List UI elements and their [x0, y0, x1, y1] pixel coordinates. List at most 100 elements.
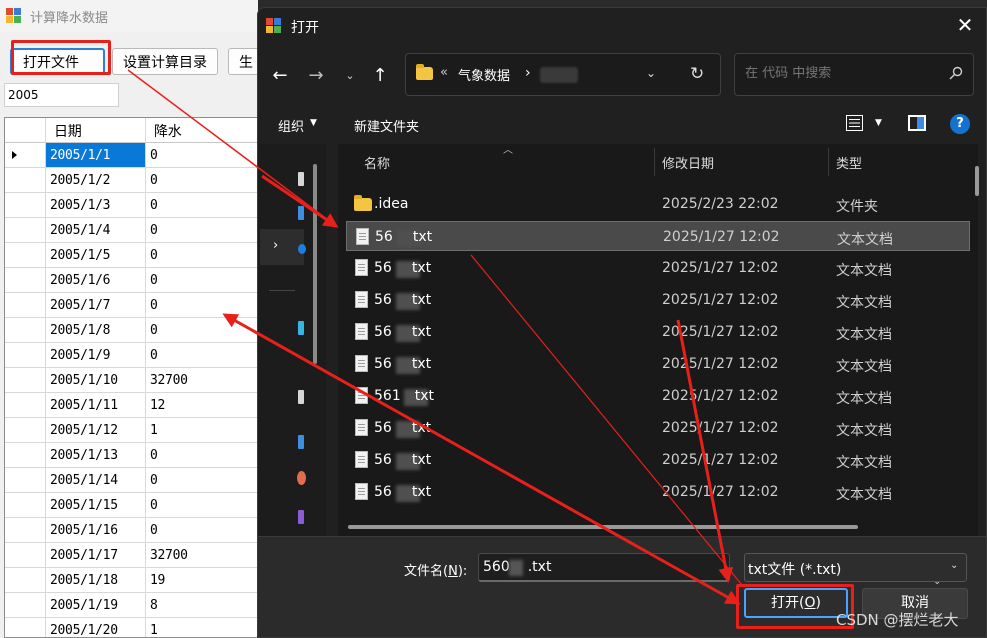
- table-row[interactable]: 2005/1/4 0: [5, 218, 263, 243]
- address-bar[interactable]: « 气象数据 › ⌄ ↻: [405, 53, 721, 96]
- date-cell[interactable]: 2005/1/2: [46, 168, 146, 193]
- column-separator[interactable]: [828, 148, 829, 176]
- table-row[interactable]: 2005/1/14 0: [5, 468, 263, 493]
- date-cell[interactable]: 2005/1/13: [46, 443, 146, 468]
- date-cell[interactable]: 2005/1/19: [46, 593, 146, 618]
- precip-cell[interactable]: 0: [146, 293, 263, 318]
- search-box[interactable]: [734, 53, 974, 96]
- refresh-icon[interactable]: ↻: [690, 64, 704, 84]
- column-header-modified[interactable]: 修改日期: [662, 153, 714, 172]
- nav-item-icon[interactable]: [298, 510, 304, 524]
- precip-cell[interactable]: 0: [146, 268, 263, 293]
- table-row[interactable]: 2005/1/6 0: [5, 268, 263, 293]
- precip-cell[interactable]: 1: [146, 418, 263, 443]
- nav-item-icon[interactable]: [297, 471, 306, 485]
- file-row[interactable]: 561 txt 2025/1/27 12:02 文本文档: [346, 381, 970, 411]
- row-header[interactable]: [5, 368, 46, 393]
- precip-cell[interactable]: 0: [146, 343, 263, 368]
- row-header[interactable]: [5, 468, 46, 493]
- row-header[interactable]: [5, 293, 46, 318]
- file-row[interactable]: 56 txt 2025/1/27 12:02 文本文档: [346, 349, 970, 379]
- precip-cell[interactable]: 8: [146, 593, 263, 618]
- date-cell[interactable]: 2005/1/4: [46, 218, 146, 243]
- row-header[interactable]: [5, 318, 46, 343]
- file-row[interactable]: 56 txt 2025/1/27 12:02 文本文档: [346, 317, 970, 347]
- date-cell[interactable]: 2005/1/15: [46, 493, 146, 518]
- precip-cell[interactable]: 0: [146, 168, 263, 193]
- table-row[interactable]: 2005/1/2 0: [5, 168, 263, 193]
- column-separator[interactable]: [654, 148, 655, 176]
- breadcrumb-separator-icon[interactable]: ›: [525, 65, 531, 81]
- forward-arrow-icon[interactable]: →: [304, 64, 328, 88]
- file-row[interactable]: 56 txt 2025/1/27 12:02 文本文档: [346, 285, 970, 315]
- date-cell[interactable]: 2005/1/1: [46, 143, 146, 168]
- row-header[interactable]: [5, 568, 46, 593]
- row-header[interactable]: [5, 593, 46, 618]
- file-row[interactable]: 56 txt 2025/1/27 12:02 文本文档: [346, 445, 970, 475]
- table-row[interactable]: 2005/1/1 0: [5, 143, 263, 168]
- organize-caret-icon[interactable]: ▼: [310, 118, 317, 128]
- precip-cell[interactable]: 0: [146, 468, 263, 493]
- search-icon[interactable]: [949, 66, 963, 80]
- row-header[interactable]: [5, 393, 46, 418]
- date-cell[interactable]: 2005/1/7: [46, 293, 146, 318]
- filename-input[interactable]: 560.txt ⌄: [478, 553, 941, 587]
- file-row[interactable]: 56 txt 2025/1/27 12:02 文本文档: [346, 221, 970, 251]
- column-header-date[interactable]: 日期: [46, 118, 146, 143]
- row-header[interactable]: [5, 168, 46, 193]
- nav-item-icon[interactable]: [298, 206, 304, 220]
- nav-item-icon[interactable]: [298, 321, 304, 335]
- open-file-button[interactable]: 打开文件: [10, 48, 105, 75]
- breadcrumb-weather-data[interactable]: 气象数据: [458, 65, 510, 84]
- precip-cell[interactable]: 0: [146, 518, 263, 543]
- row-header[interactable]: [5, 443, 46, 468]
- precip-cell[interactable]: 32700: [146, 543, 263, 568]
- data-grid[interactable]: 日期 降水 2005/1/1 0 2005/1/2 0 2005/1/3 0 2005/1/…: [4, 117, 264, 638]
- row-header[interactable]: [5, 618, 46, 637]
- precip-cell[interactable]: 0: [146, 443, 263, 468]
- nav-item-icon[interactable]: [298, 390, 304, 404]
- file-list-horizontal-scrollbar[interactable]: [348, 525, 858, 529]
- view-options-icon[interactable]: [846, 115, 863, 131]
- precip-cell[interactable]: 0: [146, 243, 263, 268]
- precip-cell[interactable]: 1: [146, 618, 263, 637]
- open-button[interactable]: 打开(O): [744, 588, 848, 618]
- date-cell[interactable]: 2005/1/3: [46, 193, 146, 218]
- up-arrow-icon[interactable]: ↑: [368, 64, 392, 88]
- table-row[interactable]: 2005/1/15 0: [5, 493, 263, 518]
- search-input[interactable]: [745, 66, 945, 81]
- date-cell[interactable]: 2005/1/12: [46, 418, 146, 443]
- nav-item-icon[interactable]: [298, 244, 306, 254]
- table-row[interactable]: 2005/1/9 0: [5, 343, 263, 368]
- nav-item-icon[interactable]: [298, 172, 304, 186]
- date-cell[interactable]: 2005/1/6: [46, 268, 146, 293]
- recent-locations-chevron-icon[interactable]: ⌄: [338, 64, 362, 88]
- table-row[interactable]: 2005/1/3 0: [5, 193, 263, 218]
- file-row[interactable]: 56 txt 2025/1/27 12:02 文本文档: [346, 413, 970, 443]
- table-row[interactable]: 2005/1/7 0: [5, 293, 263, 318]
- breadcrumb-redacted[interactable]: [540, 67, 578, 83]
- address-dropdown-icon[interactable]: ⌄: [646, 66, 656, 80]
- organize-button[interactable]: 组织: [278, 116, 304, 135]
- date-cell[interactable]: 2005/1/17: [46, 543, 146, 568]
- row-header[interactable]: [5, 243, 46, 268]
- file-list-vertical-scrollbar[interactable]: [975, 166, 979, 196]
- table-row[interactable]: 2005/1/11 12: [5, 393, 263, 418]
- column-header-name[interactable]: 名称: [364, 153, 390, 172]
- precip-cell[interactable]: 12: [146, 393, 263, 418]
- year-input[interactable]: 2005: [4, 83, 119, 107]
- precip-cell[interactable]: 0: [146, 493, 263, 518]
- column-header-precip[interactable]: 降水: [146, 118, 263, 143]
- nav-pane-scrollbar[interactable]: [313, 164, 317, 364]
- row-header[interactable]: [5, 543, 46, 568]
- row-header[interactable]: [5, 418, 46, 443]
- date-cell[interactable]: 2005/1/14: [46, 468, 146, 493]
- table-row[interactable]: 2005/1/8 0: [5, 318, 263, 343]
- table-row[interactable]: 2005/1/10 32700: [5, 368, 263, 393]
- precip-cell[interactable]: 0: [146, 193, 263, 218]
- precip-cell[interactable]: 0: [146, 143, 263, 168]
- row-header[interactable]: [5, 218, 46, 243]
- date-cell[interactable]: 2005/1/10: [46, 368, 146, 393]
- row-header[interactable]: [5, 143, 46, 168]
- precip-cell[interactable]: 0: [146, 218, 263, 243]
